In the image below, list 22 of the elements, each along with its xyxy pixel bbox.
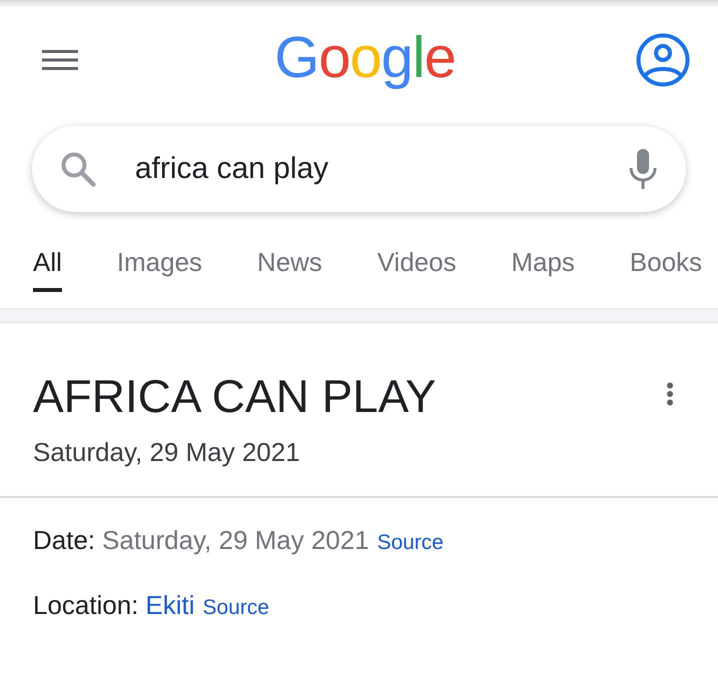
menu-icon[interactable] (42, 50, 78, 70)
account-icon[interactable] (636, 33, 690, 87)
result-title: AFRICA CAN PLAY (33, 369, 436, 424)
tab[interactable]: All (33, 246, 62, 292)
more-options-icon[interactable] (666, 382, 674, 406)
tab[interactable]: News (257, 246, 322, 292)
search-bar[interactable]: africa can play (32, 126, 686, 212)
fact-label: Location: (33, 589, 139, 621)
tab[interactable]: Videos (377, 246, 456, 292)
fact-value-link[interactable]: Ekiti (146, 589, 195, 621)
search-input[interactable]: africa can play (135, 151, 628, 187)
microphone-icon[interactable] (628, 149, 658, 189)
result-subtitle: Saturday, 29 May 2021 (33, 436, 300, 468)
source-link[interactable]: Source (377, 527, 444, 559)
tab[interactable]: Books (630, 246, 702, 292)
fact-value: Saturday, 29 May 2021 (102, 524, 370, 556)
fact-label: Date: (33, 524, 96, 556)
tab[interactable]: Images (116, 246, 202, 292)
source-link[interactable]: Source (202, 592, 270, 624)
search-icon[interactable] (60, 151, 96, 187)
tab[interactable]: Maps (511, 246, 575, 292)
logo: Google (274, 26, 456, 92)
